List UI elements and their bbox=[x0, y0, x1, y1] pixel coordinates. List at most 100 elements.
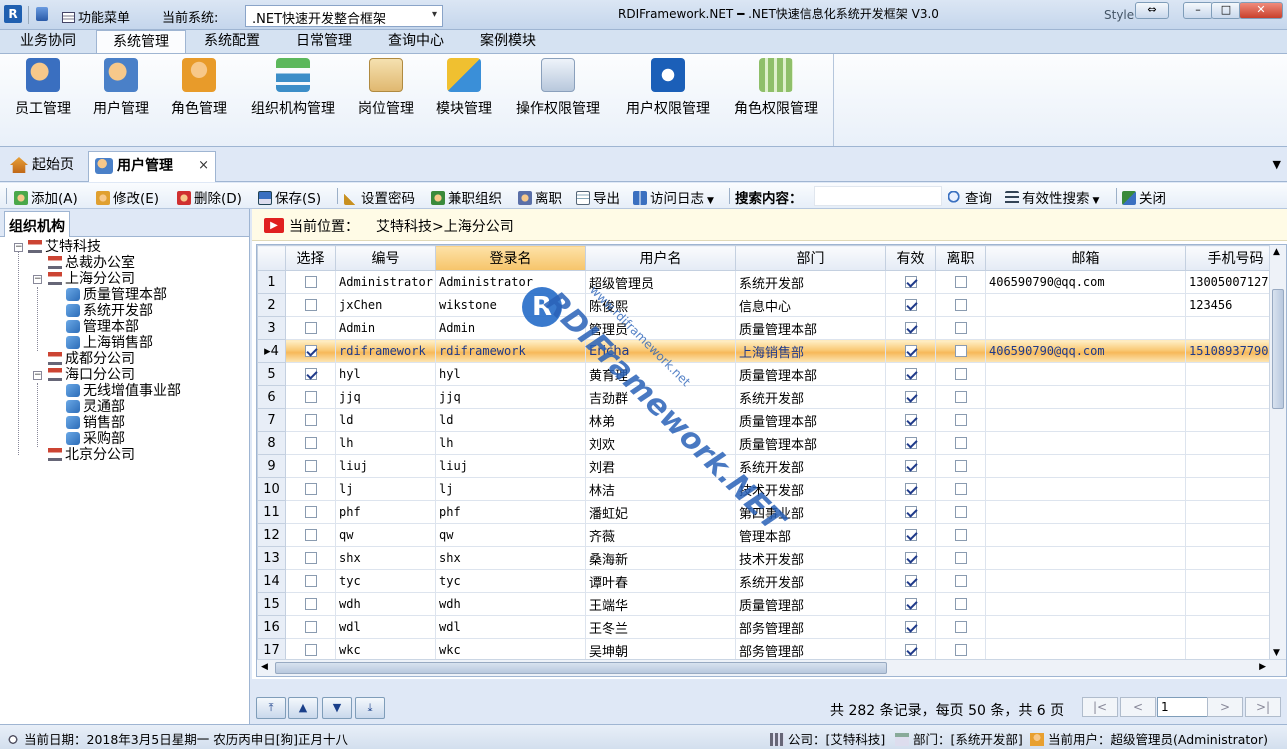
valid-checkbox[interactable] bbox=[904, 414, 917, 426]
close-tab-icon[interactable]: × bbox=[198, 152, 209, 180]
leave-checkbox[interactable] bbox=[954, 552, 967, 564]
move-up-button[interactable]: ▲ bbox=[288, 697, 318, 719]
scroll-down-icon[interactable]: ▼ bbox=[1273, 648, 1280, 658]
table-row[interactable]: 16 wdl wdl 王冬兰 部务管理部 bbox=[257, 615, 1286, 639]
table-row[interactable]: 9 liuj liuj 刘君 系统开发部 bbox=[257, 454, 1286, 478]
scroll-thumb[interactable] bbox=[1272, 289, 1284, 409]
move-down-button[interactable]: ▼ bbox=[322, 697, 352, 719]
vertical-scrollbar[interactable]: ▲ ▼ bbox=[1269, 245, 1286, 676]
tab-home[interactable]: 起始页 bbox=[4, 151, 84, 182]
valid-checkbox[interactable] bbox=[904, 644, 917, 656]
search-input[interactable] bbox=[814, 186, 942, 206]
set-password-button[interactable]: 设置密码 bbox=[344, 187, 415, 207]
app-logo-icon[interactable]: R bbox=[4, 5, 22, 23]
valid-checkbox[interactable] bbox=[904, 552, 917, 564]
style-button[interactable]: Style bbox=[1104, 8, 1134, 22]
tree-node[interactable]: 无线增值事业部 bbox=[66, 383, 181, 399]
valid-checkbox[interactable] bbox=[904, 460, 917, 472]
ribbon-operation-permission[interactable]: 操作权限管理 bbox=[510, 58, 606, 118]
valid-checkbox[interactable] bbox=[904, 483, 917, 495]
function-menu[interactable]: 功能菜单 bbox=[62, 7, 130, 26]
ribbon-post[interactable]: 岗位管理 bbox=[354, 58, 418, 118]
select-checkbox[interactable] bbox=[304, 529, 317, 541]
select-checkbox[interactable] bbox=[304, 575, 317, 587]
valid-checkbox[interactable] bbox=[904, 621, 917, 633]
leave-checkbox[interactable] bbox=[954, 598, 967, 610]
collapse-icon[interactable]: − bbox=[33, 275, 42, 284]
select-checkbox[interactable] bbox=[304, 322, 317, 334]
tree-node[interactable]: 艾特科技 bbox=[28, 239, 101, 255]
tab-user-management[interactable]: 用户管理 × bbox=[88, 151, 216, 182]
tab-system-config[interactable]: 系统配置 bbox=[188, 30, 276, 54]
export-button[interactable]: 导出 bbox=[576, 187, 620, 207]
valid-search-dropdown[interactable]: 有效性搜索 ▼ bbox=[1005, 187, 1099, 207]
add-button[interactable]: 添加(A) bbox=[14, 187, 78, 207]
leave-checkbox[interactable] bbox=[954, 345, 967, 357]
tree-node[interactable]: 管理本部 bbox=[66, 319, 139, 335]
column-header[interactable]: 邮箱 bbox=[985, 245, 1186, 271]
table-row[interactable]: 7 ld ld 林弟 质量管理本部 bbox=[257, 408, 1286, 432]
tabs-dropdown-icon[interactable]: ▼ bbox=[1273, 158, 1281, 171]
table-row[interactable]: ▸4 rdiframework rdiframework Ericha 上海销售部 406… bbox=[257, 339, 1286, 363]
maximize-button[interactable]: □ bbox=[1211, 2, 1241, 19]
leave-checkbox[interactable] bbox=[954, 483, 967, 495]
save-button[interactable]: 保存(S) bbox=[258, 187, 321, 207]
tree-node[interactable]: 销售部 bbox=[66, 415, 125, 431]
select-checkbox[interactable] bbox=[304, 368, 317, 380]
tree-node[interactable]: 灵通部 bbox=[66, 399, 125, 415]
tree-node[interactable]: 北京分公司 bbox=[48, 447, 135, 463]
select-checkbox[interactable] bbox=[304, 460, 317, 472]
column-header[interactable]: 编号 bbox=[335, 245, 436, 271]
valid-checkbox[interactable] bbox=[904, 391, 917, 403]
tree-node[interactable]: 采购部 bbox=[66, 431, 125, 447]
prev-page-button[interactable]: < bbox=[1120, 697, 1156, 717]
tree-node[interactable]: 总裁办公室 bbox=[48, 255, 135, 271]
column-header[interactable]: 部门 bbox=[735, 245, 886, 271]
edit-button[interactable]: 修改(E) bbox=[96, 187, 159, 207]
leave-checkbox[interactable] bbox=[954, 621, 967, 633]
leave-checkbox[interactable] bbox=[954, 437, 967, 449]
scroll-left-icon[interactable]: ◀ bbox=[261, 662, 268, 672]
column-header[interactable]: 离职 bbox=[935, 245, 986, 271]
leave-checkbox[interactable] bbox=[954, 391, 967, 403]
leave-checkbox[interactable] bbox=[954, 506, 967, 518]
hscroll-thumb[interactable] bbox=[275, 662, 887, 674]
select-checkbox[interactable] bbox=[304, 644, 317, 656]
tab-system-management[interactable]: 系统管理 bbox=[96, 30, 186, 54]
ribbon-user-permission[interactable]: 用户权限管理 bbox=[620, 58, 716, 118]
tree-node[interactable]: 系统开发部 bbox=[66, 303, 153, 319]
move-top-button[interactable]: ⤒ bbox=[256, 697, 286, 719]
query-button[interactable]: 查询 bbox=[948, 187, 992, 207]
valid-checkbox[interactable] bbox=[904, 299, 917, 311]
table-row[interactable]: 13 shx shx 桑海新 技术开发部 bbox=[257, 546, 1286, 570]
table-row[interactable]: 3 Admin Admin 管理员 质量管理本部 bbox=[257, 316, 1286, 340]
quick-access-icon[interactable] bbox=[36, 7, 48, 21]
table-row[interactable]: 1 Administrator Administrator 超级管理员 系统开发部 406… bbox=[257, 270, 1286, 294]
tab-query-center[interactable]: 查询中心 bbox=[372, 30, 460, 54]
grid-corner[interactable] bbox=[257, 245, 286, 271]
valid-checkbox[interactable] bbox=[904, 345, 917, 357]
valid-checkbox[interactable] bbox=[904, 276, 917, 288]
select-checkbox[interactable] bbox=[304, 483, 317, 495]
collapse-icon[interactable]: − bbox=[14, 243, 23, 252]
leave-checkbox[interactable] bbox=[954, 322, 967, 334]
org-panel-tab[interactable]: 组织机构 bbox=[4, 211, 70, 237]
leave-checkbox[interactable] bbox=[954, 460, 967, 472]
ribbon-employee[interactable]: 员工管理 bbox=[12, 58, 74, 118]
tree-node[interactable]: 上海销售部 bbox=[66, 335, 153, 351]
column-header[interactable]: 选择 bbox=[285, 245, 336, 271]
tree-node[interactable]: 海口分公司 bbox=[48, 367, 135, 383]
leave-checkbox[interactable] bbox=[954, 644, 967, 656]
leave-checkbox[interactable] bbox=[954, 575, 967, 587]
select-checkbox[interactable] bbox=[304, 345, 317, 357]
tab-business[interactable]: 业务协同 bbox=[4, 30, 92, 54]
valid-checkbox[interactable] bbox=[904, 368, 917, 380]
tab-daily[interactable]: 日常管理 bbox=[280, 30, 368, 54]
move-bottom-button[interactable]: ⤓ bbox=[355, 697, 385, 719]
first-page-button[interactable]: |< bbox=[1082, 697, 1118, 717]
system-select[interactable]: .NET快速开发整合框架 bbox=[245, 5, 443, 27]
tab-cases[interactable]: 案例模块 bbox=[464, 30, 552, 54]
leave-checkbox[interactable] bbox=[954, 368, 967, 380]
ribbon-role-permission[interactable]: 角色权限管理 bbox=[728, 58, 824, 118]
valid-checkbox[interactable] bbox=[904, 529, 917, 541]
